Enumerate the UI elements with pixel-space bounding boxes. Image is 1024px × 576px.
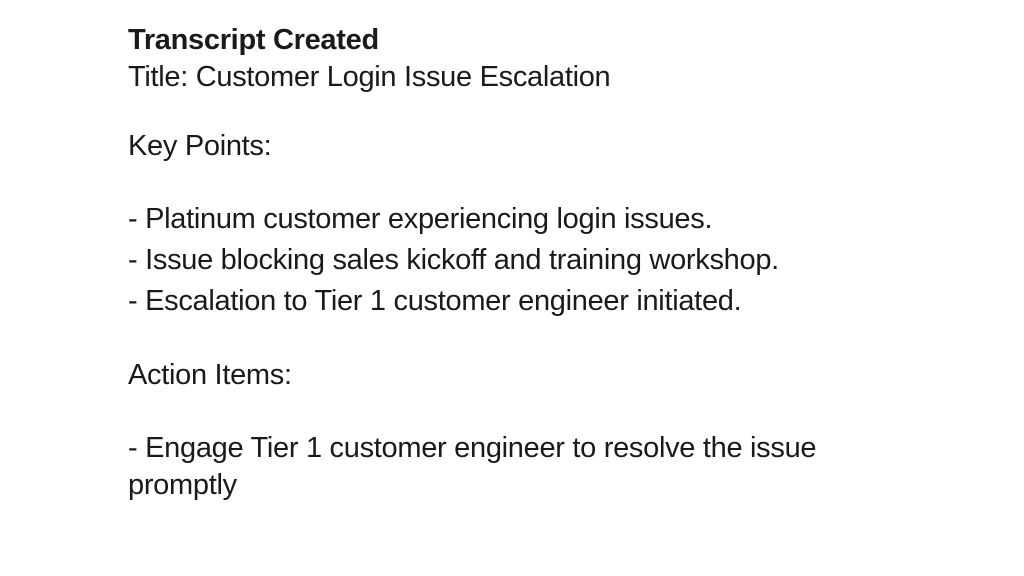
list-item: - Issue blocking sales kickoff and train… [128, 240, 1024, 281]
title-value: Customer Login Issue Escalation [196, 61, 611, 93]
key-points-list: - Platinum customer experiencing login i… [128, 199, 1024, 323]
action-items-label: Action Items: [128, 359, 1024, 392]
title-prefix: Title: [128, 61, 196, 93]
action-items-list: - Engage Tier 1 customer engineer to res… [128, 428, 1024, 502]
transcript-heading: Transcript Created [128, 24, 1024, 57]
list-item: - Engage Tier 1 customer engineer to res… [128, 428, 1024, 469]
transcript-title: Title: Customer Login Issue Escalation [128, 61, 1024, 94]
truncated-text: promptly [128, 469, 1024, 502]
list-item: - Escalation to Tier 1 customer engineer… [128, 281, 1024, 322]
key-points-label: Key Points: [128, 130, 1024, 163]
list-item: - Platinum customer experiencing login i… [128, 199, 1024, 240]
